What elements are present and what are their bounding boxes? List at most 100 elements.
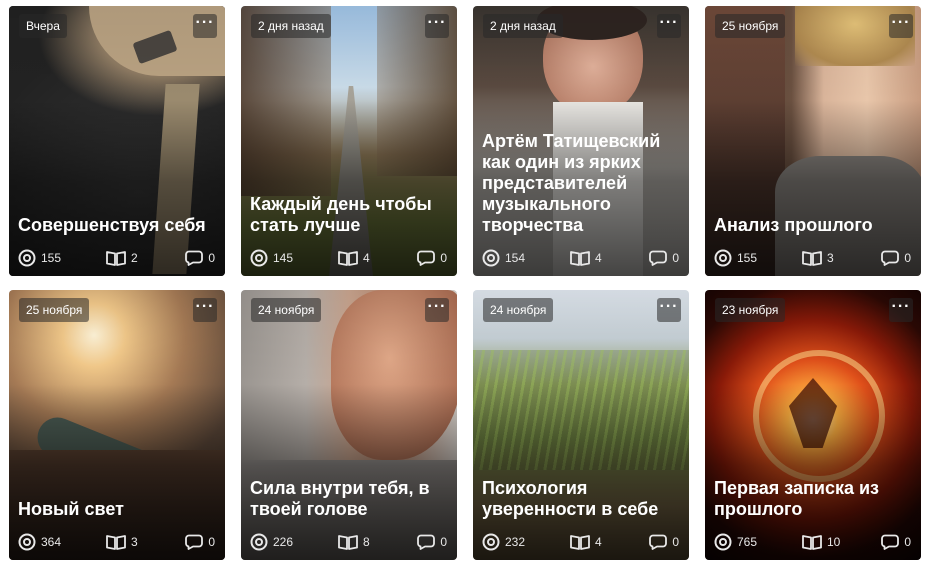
comments-stat[interactable]: 0 <box>649 249 679 267</box>
card-date: 24 ноября <box>483 298 554 322</box>
card-title[interactable]: Анализ прошлого <box>714 215 911 236</box>
comments-stat[interactable]: 0 <box>185 249 215 267</box>
article-card[interactable]: 25 ноября ··· Анализ прошлого 155 3 0 <box>705 6 921 276</box>
comments-stat[interactable]: 0 <box>881 249 911 267</box>
views-stat: 364 <box>18 533 61 551</box>
views-stat: 155 <box>18 249 61 267</box>
views-count: 226 <box>273 535 294 549</box>
card-stats: 155 3 0 <box>714 249 911 267</box>
reads-stat: 8 <box>338 533 370 551</box>
speech-bubble-icon <box>881 250 900 266</box>
eye-ring-icon <box>482 249 500 267</box>
open-book-icon <box>570 251 590 266</box>
more-dots-icon[interactable]: ··· <box>657 298 681 322</box>
reads-stat: 4 <box>570 533 602 551</box>
article-card[interactable]: 24 ноября ··· Психология уверенности в с… <box>473 290 689 560</box>
comments-stat[interactable]: 0 <box>417 249 447 267</box>
views-count: 154 <box>505 251 526 265</box>
card-title[interactable]: Сила внутри тебя, в твоей голове <box>250 478 447 520</box>
comments-stat[interactable]: 0 <box>185 533 215 551</box>
card-title[interactable]: Новый свет <box>18 499 215 520</box>
comments-count: 0 <box>904 251 911 265</box>
reads-count: 10 <box>827 535 841 549</box>
open-book-icon <box>106 251 126 266</box>
eye-ring-icon <box>250 533 268 551</box>
speech-bubble-icon <box>417 250 436 266</box>
speech-bubble-icon <box>185 534 204 550</box>
views-stat: 226 <box>250 533 293 551</box>
comments-stat[interactable]: 0 <box>649 533 679 551</box>
comments-count: 0 <box>208 251 215 265</box>
open-book-icon <box>802 535 822 550</box>
card-title[interactable]: Артём Татищевский как один из ярких пред… <box>482 131 679 236</box>
comments-count: 0 <box>672 535 679 549</box>
speech-bubble-icon <box>649 250 668 266</box>
eye-ring-icon <box>18 533 36 551</box>
card-date: 2 дня назад <box>251 14 331 38</box>
reads-count: 4 <box>363 251 370 265</box>
views-count: 232 <box>505 535 526 549</box>
reads-count: 8 <box>363 535 370 549</box>
card-date: Вчера <box>19 14 67 38</box>
open-book-icon <box>338 535 358 550</box>
views-count: 765 <box>737 535 758 549</box>
views-stat: 765 <box>714 533 757 551</box>
article-card[interactable]: 23 ноября ··· Первая записка из прошлого… <box>705 290 921 560</box>
card-date: 24 ноября <box>251 298 322 322</box>
article-card[interactable]: 25 ноября ··· Новый свет 364 3 0 <box>9 290 225 560</box>
reads-count: 3 <box>131 535 138 549</box>
more-dots-icon[interactable]: ··· <box>889 14 913 38</box>
eye-ring-icon <box>18 249 36 267</box>
card-date: 25 ноября <box>715 14 786 38</box>
card-stats: 765 10 0 <box>714 533 911 551</box>
reads-count: 4 <box>595 251 602 265</box>
card-title[interactable]: Психология уверенности в себе <box>482 478 679 520</box>
reads-count: 3 <box>827 251 834 265</box>
more-dots-icon[interactable]: ··· <box>657 14 681 38</box>
views-stat: 154 <box>482 249 525 267</box>
comments-count: 0 <box>440 535 447 549</box>
card-title[interactable]: Каждый день чтобы стать лучше <box>250 194 447 236</box>
card-date: 23 ноября <box>715 298 786 322</box>
article-card[interactable]: 24 ноября ··· Сила внутри тебя, в твоей … <box>241 290 457 560</box>
speech-bubble-icon <box>417 534 436 550</box>
card-stats: 154 4 0 <box>482 249 679 267</box>
card-date: 25 ноября <box>19 298 90 322</box>
more-dots-icon[interactable]: ··· <box>193 298 217 322</box>
views-count: 364 <box>41 535 62 549</box>
reads-stat: 2 <box>106 249 138 267</box>
reads-count: 4 <box>595 535 602 549</box>
article-card[interactable]: 2 дня назад ··· Артём Татищевский как од… <box>473 6 689 276</box>
open-book-icon <box>338 251 358 266</box>
open-book-icon <box>570 535 590 550</box>
card-title[interactable]: Совершенствуя себя <box>18 215 215 236</box>
open-book-icon <box>106 535 126 550</box>
more-dots-icon[interactable]: ··· <box>889 298 913 322</box>
article-card[interactable]: Вчера ··· Совершенствуя себя 155 2 0 <box>9 6 225 276</box>
views-count: 155 <box>737 251 758 265</box>
comments-count: 0 <box>904 535 911 549</box>
reads-stat: 3 <box>802 249 834 267</box>
views-count: 155 <box>41 251 62 265</box>
articles-grid: Вчера ··· Совершенствуя себя 155 2 0 2 д… <box>0 0 927 564</box>
card-title[interactable]: Первая записка из прошлого <box>714 478 911 520</box>
card-stats: 364 3 0 <box>18 533 215 551</box>
more-dots-icon[interactable]: ··· <box>425 298 449 322</box>
views-stat: 145 <box>250 249 293 267</box>
speech-bubble-icon <box>185 250 204 266</box>
views-count: 145 <box>273 251 294 265</box>
reads-stat: 4 <box>570 249 602 267</box>
views-stat: 155 <box>714 249 757 267</box>
eye-ring-icon <box>482 533 500 551</box>
reads-stat: 4 <box>338 249 370 267</box>
more-dots-icon[interactable]: ··· <box>425 14 449 38</box>
card-stats: 232 4 0 <box>482 533 679 551</box>
reads-count: 2 <box>131 251 138 265</box>
card-stats: 145 4 0 <box>250 249 447 267</box>
comments-stat[interactable]: 0 <box>881 533 911 551</box>
eye-ring-icon <box>714 249 732 267</box>
card-stats: 226 8 0 <box>250 533 447 551</box>
more-dots-icon[interactable]: ··· <box>193 14 217 38</box>
article-card[interactable]: 2 дня назад ··· Каждый день чтобы стать … <box>241 6 457 276</box>
comments-stat[interactable]: 0 <box>417 533 447 551</box>
